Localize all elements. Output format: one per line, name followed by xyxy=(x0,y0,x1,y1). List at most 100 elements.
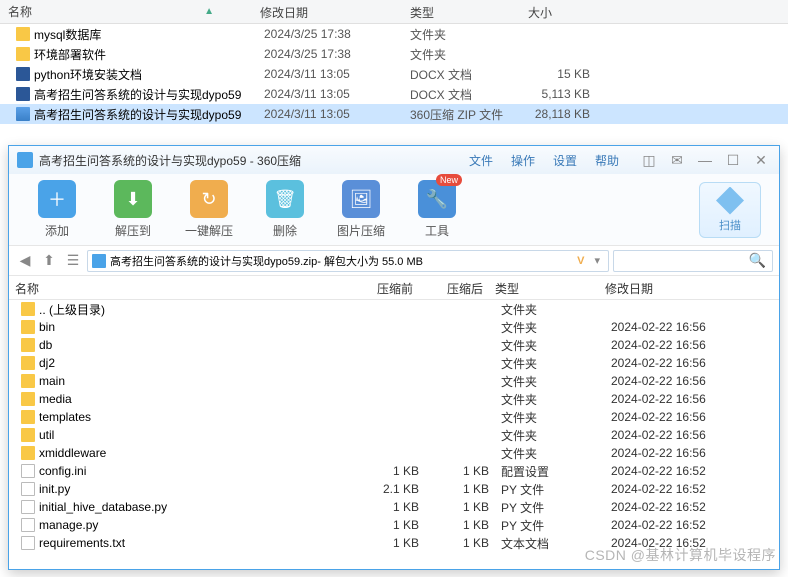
list-row[interactable]: db文件夹2024-02-22 16:56 xyxy=(9,336,779,354)
folder-icon xyxy=(21,392,35,406)
item-after: 1 KB xyxy=(419,482,489,496)
item-name: bin xyxy=(39,320,55,334)
explorer-row[interactable]: mysql数据库2024/3/25 17:38文件夹 xyxy=(0,24,788,44)
file-type: DOCX 文档 xyxy=(402,86,520,103)
item-name: init.py xyxy=(39,482,70,496)
file-name: 高考招生问答系统的设计与实现dypo59 xyxy=(34,106,241,123)
item-name: media xyxy=(39,392,72,406)
col-size[interactable]: 大小 xyxy=(520,0,600,23)
menu-set[interactable]: 设置 xyxy=(553,152,577,169)
addr-info: - 解包大小为 55.0 MB xyxy=(317,253,423,269)
list-row[interactable]: .. (上级目录) 文件夹 xyxy=(9,300,779,318)
file-name: 高考招生问答系统的设计与实现dypo59 xyxy=(34,86,241,103)
item-type: 配置设置 xyxy=(489,463,599,480)
search-icon: 🔍 xyxy=(749,252,766,269)
item-name: .. (上级目录) xyxy=(39,301,105,318)
delete-button[interactable]: 🗑删除 xyxy=(255,180,315,239)
explorer-row[interactable]: python环境安装文档2024/3/11 13:05DOCX 文档15 KB xyxy=(0,64,788,84)
list-row[interactable]: templates文件夹2024-02-22 16:56 xyxy=(9,408,779,426)
skin-icon[interactable]: ◫ xyxy=(639,152,659,169)
scan-button[interactable]: 扫描 xyxy=(699,182,761,238)
file-type: 文件夹 xyxy=(402,26,520,43)
file-icon xyxy=(21,482,35,496)
menu-help[interactable]: 帮助 xyxy=(595,152,619,169)
list-row[interactable]: initial_hive_database.py1 KB1 KBPY 文件202… xyxy=(9,498,779,516)
up-icon[interactable]: ⬆ xyxy=(39,251,59,271)
chevron-down-icon[interactable]: ▾ xyxy=(590,254,604,267)
lh-after[interactable]: 压缩后 xyxy=(419,276,489,299)
close-icon[interactable]: ✕ xyxy=(751,152,771,169)
item-date: 2024-02-22 16:56 xyxy=(599,410,739,424)
item-before: 1 KB xyxy=(339,536,419,550)
onekey-button[interactable]: ↻一键解压 xyxy=(179,180,239,239)
item-name: xmiddleware xyxy=(39,446,106,460)
new-badge: New xyxy=(436,174,462,186)
explorer-row[interactable]: 环境部署软件2024/3/25 17:38文件夹 xyxy=(0,44,788,64)
explorer-row[interactable]: 高考招生问答系统的设计与实现dypo592024/3/11 13:05360压缩… xyxy=(0,104,788,124)
list-row[interactable]: bin文件夹2024-02-22 16:56 xyxy=(9,318,779,336)
list-row[interactable]: manage.py1 KB1 KBPY 文件2024-02-22 16:52 xyxy=(9,516,779,534)
folder-icon xyxy=(21,302,35,316)
item-before: 1 KB xyxy=(339,518,419,532)
item-date: 2024-02-22 16:56 xyxy=(599,446,739,460)
back-icon[interactable]: ◀ xyxy=(15,251,35,271)
add-button[interactable]: ＋添加 xyxy=(27,180,87,239)
item-name: db xyxy=(39,338,52,352)
list-icon[interactable]: ☰ xyxy=(63,251,83,271)
imgzip-button[interactable]: 🖼图片压缩 xyxy=(331,180,391,239)
item-type: 文件夹 xyxy=(489,301,599,318)
list-body: .. (上级目录)文件夹bin文件夹2024-02-22 16:56db文件夹2… xyxy=(9,300,779,566)
list-row[interactable]: main文件夹2024-02-22 16:56 xyxy=(9,372,779,390)
list-row[interactable]: dj2文件夹2024-02-22 16:56 xyxy=(9,354,779,372)
item-date: 2024-02-22 16:52 xyxy=(599,500,739,514)
list-row[interactable]: config.ini1 KB1 KB配置设置2024-02-22 16:52 xyxy=(9,462,779,480)
minimize-icon[interactable]: — xyxy=(695,152,715,169)
list-row[interactable]: xmiddleware文件夹2024-02-22 16:56 xyxy=(9,444,779,462)
lh-type[interactable]: 类型 xyxy=(489,276,599,299)
item-type: 文件夹 xyxy=(489,409,599,426)
file-date: 2024/3/11 13:05 xyxy=(252,107,402,121)
item-type: PY 文件 xyxy=(489,517,599,534)
folder-icon xyxy=(16,47,30,61)
item-type: PY 文件 xyxy=(489,499,599,516)
address-bar[interactable]: 高考招生问答系统的设计与实现dypo59.zip - 解包大小为 55.0 MB… xyxy=(87,250,609,272)
file-name: python环境安装文档 xyxy=(34,66,142,83)
extract-button[interactable]: ⬇解压到 xyxy=(103,180,163,239)
item-after: 1 KB xyxy=(419,536,489,550)
col-type[interactable]: 类型 xyxy=(402,0,520,23)
file-date: 2024/3/25 17:38 xyxy=(252,27,402,41)
folder-icon xyxy=(16,27,30,41)
item-date: 2024-02-22 16:52 xyxy=(599,518,739,532)
lh-name[interactable]: 名称 xyxy=(9,276,339,299)
search-input[interactable]: 🔍 xyxy=(613,250,773,272)
menu-file[interactable]: 文件 xyxy=(469,152,493,169)
folder-icon xyxy=(21,410,35,424)
item-after: 1 KB xyxy=(419,518,489,532)
explorer-row[interactable]: 高考招生问答系统的设计与实现dypo592024/3/11 13:05DOCX … xyxy=(0,84,788,104)
list-row[interactable]: util文件夹2024-02-22 16:56 xyxy=(9,426,779,444)
lh-before[interactable]: 压缩前 xyxy=(339,276,419,299)
tools-button[interactable]: New🔧工具 xyxy=(407,180,467,239)
lh-date[interactable]: 修改日期 xyxy=(599,276,739,299)
scan-icon xyxy=(716,187,744,215)
file-type: 文件夹 xyxy=(402,46,520,63)
list-row[interactable]: media文件夹2024-02-22 16:56 xyxy=(9,390,779,408)
titlebar[interactable]: 高考招生问答系统的设计与实现dypo59 - 360压缩 文件 操作 设置 帮助… xyxy=(9,146,779,174)
file-size: 5,113 KB xyxy=(520,87,600,101)
menu-op[interactable]: 操作 xyxy=(511,152,535,169)
item-type: PY 文件 xyxy=(489,481,599,498)
col-name[interactable]: 名称▲ xyxy=(0,0,252,23)
col-date[interactable]: 修改日期 xyxy=(252,0,402,23)
maximize-icon[interactable]: ☐ xyxy=(723,152,743,169)
file-icon xyxy=(21,500,35,514)
folder-icon xyxy=(21,338,35,352)
item-before: 1 KB xyxy=(339,500,419,514)
feedback-icon[interactable]: ✉ xyxy=(667,152,687,169)
docx-icon xyxy=(16,67,30,81)
item-date: 2024-02-22 16:52 xyxy=(599,482,739,496)
list-row[interactable]: init.py2.1 KB1 KBPY 文件2024-02-22 16:52 xyxy=(9,480,779,498)
item-name: config.ini xyxy=(39,464,86,478)
item-date: 2024-02-22 16:56 xyxy=(599,374,739,388)
explorer-rows: mysql数据库2024/3/25 17:38文件夹环境部署软件2024/3/2… xyxy=(0,24,788,124)
list-row[interactable]: requirements.txt1 KB1 KB文本文档2024-02-22 1… xyxy=(9,534,779,552)
